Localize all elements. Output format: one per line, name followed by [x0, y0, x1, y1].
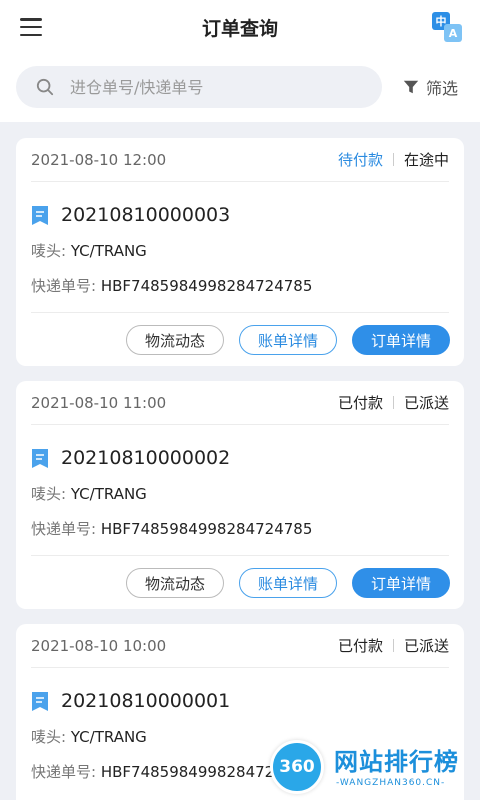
search-input[interactable] — [70, 66, 370, 108]
mark-row: 唛头: YC/TRANG — [31, 483, 147, 504]
order-time: 2021-08-10 10:00 — [31, 636, 167, 655]
card-header: 2021-08-10 10:00 已付款 已派送 — [31, 624, 449, 668]
card-header: 2021-08-10 12:00 待付款 在途中 — [31, 138, 449, 182]
watermark-url: -WANGZHAN360.CN- — [336, 778, 446, 788]
watermark-logo: 360 — [270, 740, 324, 794]
watermark-title: 网站排行榜 — [334, 748, 459, 776]
shipping-status: 在途中 — [403, 151, 449, 169]
payment-status: 待付款 — [337, 151, 383, 169]
search-box[interactable] — [16, 66, 382, 108]
mark-value: YC/TRANG — [70, 242, 147, 260]
page-title: 订单查询 — [201, 17, 278, 40]
order-detail-button[interactable]: 订单详情 — [352, 325, 450, 355]
translate-icon[interactable]: 中 A — [432, 12, 462, 42]
bill-detail-button[interactable]: 账单详情 — [239, 568, 337, 598]
status-group: 已付款 已派送 — [338, 392, 449, 413]
search-icon — [36, 78, 54, 96]
express-row: 快递单号: HBF7485984998284724785 — [31, 518, 312, 539]
translate-icon-english: A — [444, 24, 462, 42]
bill-detail-button[interactable]: 账单详情 — [239, 325, 337, 355]
mark-value: YC/TRANG — [70, 728, 147, 746]
status-group: 已付款 已派送 — [338, 635, 449, 656]
mark-label: 唛头: — [31, 728, 67, 746]
status-divider — [392, 639, 394, 652]
mark-label: 唛头: — [31, 485, 67, 503]
order-number-row: 20210810000003 — [31, 200, 230, 230]
express-row: 快递单号: HBF748598499828472 — [31, 761, 274, 782]
mark-label: 唛头: — [31, 242, 67, 260]
shipping-status: 已派送 — [403, 394, 449, 412]
order-number-row: 20210810000001 — [31, 686, 230, 716]
logistics-button[interactable]: 物流动态 — [126, 325, 224, 355]
bookmark-icon — [32, 205, 48, 225]
payment-status: 已付款 — [337, 394, 383, 412]
order-card: 2021-08-10 11:00 已付款 已派送 20210810000002 … — [16, 381, 464, 609]
divider — [31, 312, 449, 313]
express-number: HBF7485984998284724785 — [100, 277, 313, 295]
order-time: 2021-08-10 11:00 — [31, 393, 167, 412]
order-card: 2021-08-10 12:00 待付款 在途中 20210810000003 … — [16, 138, 464, 366]
order-detail-button[interactable]: 订单详情 — [352, 568, 450, 598]
shipping-status: 已派送 — [403, 637, 449, 655]
status-divider — [392, 396, 394, 409]
express-label: 快递单号: — [31, 763, 97, 781]
order-number: 20210810000002 — [61, 447, 231, 469]
status-divider — [392, 153, 394, 166]
order-number-row: 20210810000002 — [31, 443, 230, 473]
header: 订单查询 中 A — [0, 0, 480, 54]
bookmark-icon — [32, 691, 48, 711]
express-number: HBF7485984998284724785 — [100, 520, 313, 538]
status-group: 待付款 在途中 — [338, 149, 449, 170]
express-row: 快递单号: HBF7485984998284724785 — [31, 275, 312, 296]
filter-icon — [403, 80, 419, 94]
mark-value: YC/TRANG — [70, 485, 147, 503]
filter-label: 筛选 — [426, 79, 459, 98]
bookmark-icon — [32, 448, 48, 468]
menu-icon[interactable] — [20, 18, 42, 36]
express-label: 快递单号: — [31, 520, 97, 538]
divider — [31, 555, 449, 556]
card-header: 2021-08-10 11:00 已付款 已派送 — [31, 381, 449, 425]
filter-button[interactable]: 筛选 — [402, 74, 458, 100]
watermark: 360 网站排行榜 -WANGZHAN360.CN- — [266, 738, 480, 800]
logistics-button[interactable]: 物流动态 — [126, 568, 224, 598]
order-number: 20210810000003 — [61, 204, 231, 226]
payment-status: 已付款 — [337, 637, 383, 655]
top-bar: 订单查询 中 A 筛选 — [0, 0, 480, 122]
mark-row: 唛头: YC/TRANG — [31, 240, 147, 261]
search-row: 筛选 — [0, 64, 480, 110]
mark-row: 唛头: YC/TRANG — [31, 726, 147, 747]
express-number: HBF748598499828472 — [100, 763, 275, 781]
express-label: 快递单号: — [31, 277, 97, 295]
order-time: 2021-08-10 12:00 — [31, 150, 167, 169]
order-number: 20210810000001 — [61, 690, 231, 712]
